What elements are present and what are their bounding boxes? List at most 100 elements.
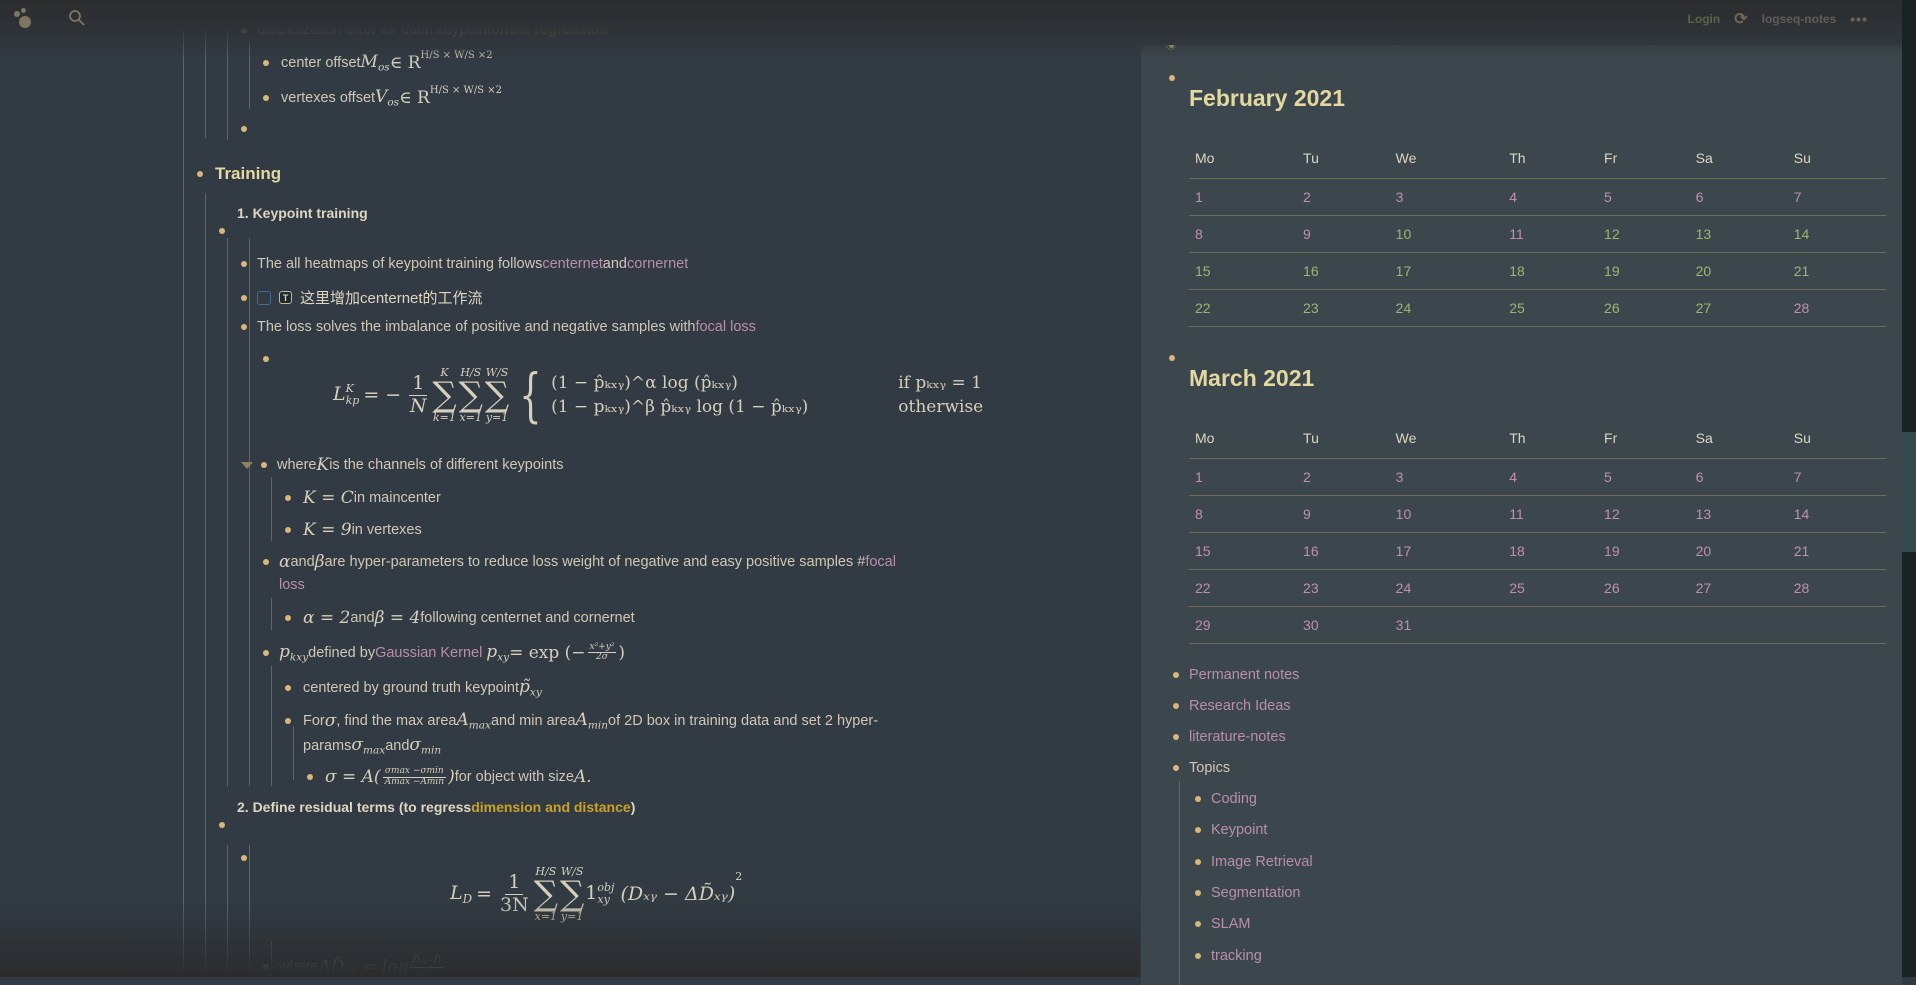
calendar-day-link[interactable]: 18 <box>1503 532 1599 570</box>
calendar-day-link[interactable]: 8 <box>1189 215 1298 253</box>
block-pkxy[interactable]: pkxy defined by Gaussian Kernel pxy = ex… <box>263 642 625 664</box>
sidebar-topic-item[interactable]: Coding <box>1195 791 1257 807</box>
block-bullet[interactable] <box>1195 858 1201 865</box>
calendar-day-link[interactable]: 28 <box>1787 569 1886 607</box>
calendar-day-link[interactable]: 5 <box>1598 178 1690 216</box>
calendar-day-link[interactable]: 3 <box>1389 178 1504 216</box>
block-vertexes-offset[interactable]: vertexes offset Vos ∈ R H/S × W/S ×2 <box>263 85 502 109</box>
calendar-day-link[interactable]: 19 <box>1598 252 1690 290</box>
calendar-day-link[interactable]: 21 <box>1787 532 1886 570</box>
calendar-day-link[interactable]: 6 <box>1689 178 1788 216</box>
block-bullet[interactable] <box>1195 889 1201 896</box>
block-bullet[interactable] <box>285 527 291 533</box>
block-where-delta[interactable]: where ΔD̃ₓᵧ = log D̄ₓᵧ−D̄ D <box>263 956 445 977</box>
page-link[interactable]: tracking <box>1211 948 1262 964</box>
calendar-day-link[interactable]: 2 <box>1297 458 1390 496</box>
calendar-day-link[interactable]: 22 <box>1189 289 1298 327</box>
block-where-k[interactable]: where K is the channels of different key… <box>241 455 564 475</box>
block-sigma[interactable]: For σ , find the max area Amax and min a… <box>285 710 878 732</box>
page-link[interactable]: Segmentation <box>1211 885 1300 901</box>
calendar-day-link[interactable]: 2 <box>1297 178 1390 216</box>
calendar-day-link[interactable]: 5 <box>1598 458 1690 496</box>
calendar-day-link[interactable]: 20 <box>1689 532 1788 570</box>
calendar-day-link[interactable]: 19 <box>1598 532 1690 570</box>
calendar-day-link[interactable]: 31 <box>1389 606 1504 644</box>
calendar-day-link[interactable]: 30 <box>1297 606 1390 644</box>
block-bullet[interactable] <box>263 356 269 362</box>
calendar-day-link[interactable]: 13 <box>1689 215 1788 253</box>
calendar-day-link[interactable]: 18 <box>1503 252 1599 290</box>
calendar-day-link[interactable]: 10 <box>1389 215 1504 253</box>
block-bullet[interactable] <box>263 59 269 66</box>
calendar-day-link[interactable]: 10 <box>1389 495 1504 533</box>
block-k-c[interactable]: K = C in maincenter <box>285 488 441 508</box>
calendar-day-link[interactable]: 3 <box>1389 458 1504 496</box>
calendar-day-link[interactable]: 1 <box>1189 178 1298 216</box>
calendar-day-link[interactable]: 16 <box>1297 252 1390 290</box>
page-link[interactable]: Coding <box>1211 791 1257 807</box>
calendar-day-link[interactable]: 20 <box>1689 252 1788 290</box>
calendar-day-link[interactable]: 6 <box>1689 458 1788 496</box>
block-bullet[interactable] <box>236 0 242 6</box>
block-loss[interactable]: The loss solves the imbalance of positiv… <box>241 319 756 335</box>
page-link-cornernet[interactable]: cornernet <box>627 256 688 272</box>
page-link[interactable]: Permanent notes <box>1189 667 1299 683</box>
calendar-day-link[interactable]: 17 <box>1389 532 1504 570</box>
calendar-day-link[interactable]: 1 <box>1189 458 1298 496</box>
calendar-day-link[interactable]: 14 <box>1787 215 1886 253</box>
calendar-day-link[interactable]: 17 <box>1389 252 1504 290</box>
calendar-day-link[interactable]: 24 <box>1389 569 1504 607</box>
block-bullet[interactable] <box>285 717 291 724</box>
calendar-day-link[interactable]: 9 <box>1297 495 1390 533</box>
block-bullet[interactable] <box>1173 672 1179 678</box>
block-bullet-collapsed[interactable] <box>1166 45 1176 50</box>
calendar-day-link[interactable]: 15 <box>1189 532 1298 570</box>
calendar-day-link[interactable]: 24 <box>1389 289 1504 327</box>
calendar-day-link[interactable]: 23 <box>1297 569 1390 607</box>
sidebar-link-permanent-notes[interactable]: Permanent notes <box>1173 667 1299 683</box>
todo-checkbox[interactable] <box>257 290 271 305</box>
block-bullet[interactable] <box>241 294 247 301</box>
page-link[interactable]: Image Retrieval <box>1211 854 1313 870</box>
block-bullet[interactable] <box>241 855 247 861</box>
block-bullet[interactable] <box>1195 921 1201 928</box>
login-button[interactable]: Login <box>1688 12 1721 26</box>
calendar-day-link[interactable]: 27 <box>1689 569 1788 607</box>
calendar-day-link[interactable]: 22 <box>1189 569 1298 607</box>
block-bullet[interactable] <box>263 94 269 101</box>
page-link-gaussian-kernel[interactable]: Gaussian Kernel <box>375 645 482 661</box>
block-todo[interactable]: T 这里增加centernet的工作流 <box>241 287 483 308</box>
calendar-day-link[interactable]: 4 <box>1503 178 1599 216</box>
block-k-9[interactable]: K = 9 in vertexes <box>285 520 422 540</box>
block-bullet[interactable] <box>1173 765 1179 771</box>
block-bullet[interactable] <box>1173 734 1179 740</box>
page-link[interactable]: SLAM <box>1211 916 1251 932</box>
repo-switcher[interactable]: logseq-notes <box>1762 12 1837 26</box>
block-centered[interactable]: centered by ground truth keypoint p̃xy <box>285 677 542 699</box>
calendar-day-link[interactable]: 25 <box>1503 289 1599 327</box>
block-bullet[interactable] <box>263 649 269 656</box>
calendar-day-link[interactable]: 26 <box>1598 569 1690 607</box>
calendar-day-link[interactable]: 16 <box>1297 532 1390 570</box>
block-formula-d[interactable] <box>241 855 247 861</box>
calendar-day-link[interactable]: 26 <box>1598 289 1690 327</box>
block-bullet[interactable] <box>1169 355 1175 361</box>
page-link-centernet[interactable]: centernet <box>542 256 602 272</box>
calendar-day-link[interactable]: 15 <box>1189 252 1298 290</box>
block-bullet[interactable] <box>219 822 225 828</box>
sidebar-topics[interactable]: Topics <box>1173 760 1230 776</box>
block-bullet[interactable] <box>285 615 291 621</box>
calendar-day-link[interactable]: 7 <box>1787 458 1886 496</box>
block-alpha-beta-values[interactable]: α = 2 and β = 4 following centernet and … <box>285 608 635 628</box>
calendar-day-link[interactable]: 27 <box>1689 289 1788 327</box>
block-bullet[interactable] <box>1173 703 1179 709</box>
calendar-day-link[interactable]: 11 <box>1503 215 1599 253</box>
more-menu-icon[interactable]: ••• <box>1850 11 1868 27</box>
block-empty[interactable] <box>219 228 225 234</box>
sidebar-topic-item[interactable]: Segmentation <box>1195 885 1300 901</box>
block-bullet[interactable] <box>241 126 247 132</box>
block-empty[interactable] <box>219 822 225 828</box>
collapse-arrow-icon[interactable] <box>241 461 253 469</box>
block-bullet[interactable] <box>1169 75 1175 81</box>
calendar-day-link[interactable]: 25 <box>1503 569 1599 607</box>
